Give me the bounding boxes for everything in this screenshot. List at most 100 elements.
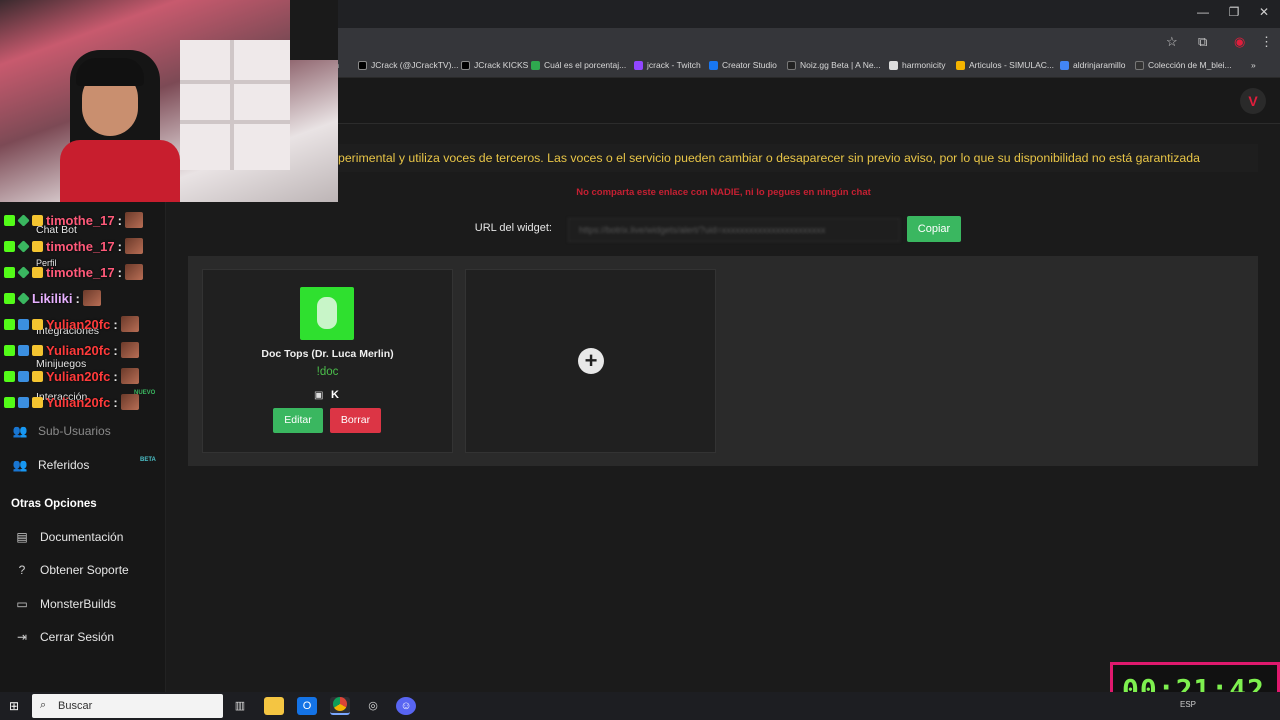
facebook-icon [709, 60, 718, 70]
users-icon: 👥 [12, 424, 28, 438]
windows-start-icon[interactable]: ⊞ [9, 699, 19, 713]
image-icon [889, 60, 898, 70]
sidebar-item-referidos[interactable]: 👥 Referidos [12, 458, 90, 472]
chat-message: Yulian20fc: [4, 368, 139, 384]
copy-button[interactable]: Copiar [907, 216, 961, 242]
help-icon: ? [18, 563, 26, 577]
emote-icon [120, 316, 139, 332]
sidebar-item-documentacion[interactable]: ▤ Documentación [14, 530, 123, 544]
sidebar-item-cerrar-sesion[interactable]: ⇥ Cerrar Sesión [14, 630, 114, 644]
emote-icon [124, 212, 143, 228]
crown-badge-icon [32, 370, 43, 382]
kick-badge-icon [4, 240, 15, 252]
widget-url-field[interactable]: https://botrix.live/widgets/alert/?uid=x… [568, 218, 900, 242]
crown-badge-icon [32, 214, 43, 226]
user-group-icon: 👥 [12, 458, 28, 472]
bookmark-item[interactable]: Cuál es el porcentaj... [531, 60, 626, 70]
search-icon: ⌕ [40, 699, 47, 711]
mod-badge-icon [17, 239, 30, 253]
brand-logo[interactable]: V [1240, 88, 1266, 114]
mod-badge-icon [17, 213, 30, 227]
bookmark-star-icon[interactable]: ☆ [1166, 34, 1178, 50]
chat-message: Yulian20fc: [4, 342, 139, 358]
emote-icon [124, 264, 143, 280]
bookmark-item[interactable]: Articulos - SIMULAC... [956, 60, 1054, 70]
chat-message: timothe_17: [4, 264, 143, 280]
bookmark-item[interactable]: jcrack - Twitch [634, 60, 701, 70]
sub-badge-icon [18, 344, 29, 356]
close-window-button[interactable]: ✕ [1249, 5, 1279, 19]
sidebar-item-monsterbuilds[interactable]: ▭ MonsterBuilds [14, 597, 116, 611]
chat-message: timothe_17: [4, 238, 143, 254]
extensions-icon[interactable]: ⧉ [1198, 34, 1207, 50]
kick-badge-icon [4, 344, 15, 356]
bookmark-item[interactable]: aldrinjaramillo [1060, 60, 1125, 70]
url-label: URL del widget: [474, 222, 552, 234]
emote-icon [120, 342, 139, 358]
taskbar-search[interactable]: Buscar [32, 694, 223, 718]
chat-message: timothe_17: [4, 212, 143, 228]
sub-badge-icon [18, 370, 29, 382]
crown-badge-icon [32, 396, 43, 408]
chat-message: Likiliki: [4, 290, 101, 306]
bookmark-item[interactable]: Noiz.gg Beta | A Ne... [787, 60, 881, 70]
widget-title: Doc Tops (Dr. Luca Merlin) [261, 348, 394, 360]
kick-badge-icon [4, 214, 15, 226]
menu-kebab-icon[interactable]: ⋮ [1260, 34, 1273, 50]
edit-button[interactable]: Editar [273, 408, 323, 433]
bookmark-item[interactable]: JCrack (@JCrackTV)... [358, 60, 459, 70]
kick-badge-icon [4, 318, 15, 330]
kick-icon: K [331, 389, 339, 401]
plus-icon[interactable]: + [578, 348, 604, 374]
tiktok-icon [461, 60, 470, 70]
outlook-icon[interactable]: O [297, 697, 317, 715]
sidebar-item-obtener-soporte[interactable]: ? Obtener Soporte [14, 563, 129, 577]
site-icon [1135, 60, 1144, 70]
file-explorer-icon[interactable] [264, 697, 284, 715]
emote-icon [120, 394, 139, 410]
crown-badge-icon [32, 344, 43, 356]
discord-icon[interactable]: ☺ [396, 697, 416, 715]
kick-badge-icon [4, 396, 15, 408]
webcam-overlay [0, 0, 338, 202]
more-bookmarks-button[interactable]: » [1251, 60, 1256, 70]
emote-icon [82, 290, 101, 306]
mod-badge-icon [17, 265, 30, 279]
crown-badge-icon [32, 318, 43, 330]
chat-message: Yulian20fc: [4, 316, 139, 332]
tray-language[interactable]: ESP [1180, 700, 1196, 709]
bookmark-item[interactable]: harmonicity [889, 60, 945, 70]
widget-command: !doc [316, 366, 339, 378]
sidebar-item-sub-usuarios[interactable]: 👥 Sub-Usuarios [12, 424, 111, 438]
bookmark-item[interactable]: Creator Studio [709, 60, 777, 70]
logout-icon: ⇥ [16, 630, 28, 644]
beta-tag: BETA [140, 457, 156, 463]
site-icon [531, 60, 540, 70]
mod-badge-icon [17, 291, 30, 305]
doc-icon: ▤ [16, 530, 28, 544]
twitch-icon [634, 60, 643, 70]
widget-avatar [300, 287, 354, 340]
noiz-icon [787, 60, 796, 70]
restore-button[interactable]: ❐ [1219, 5, 1249, 19]
crown-badge-icon [32, 240, 43, 252]
sub-badge-icon [18, 396, 29, 408]
crown-badge-icon [32, 266, 43, 278]
obs-icon[interactable]: ◎ [363, 697, 383, 715]
share-alert-text: No comparta este enlace con NADIE, ni lo… [576, 187, 871, 198]
emote-icon [120, 368, 139, 384]
twitch-icon: ▣ [314, 390, 324, 401]
delete-button[interactable]: Borrar [330, 408, 381, 433]
site-icon [1060, 60, 1069, 70]
chat-message: Yulian20fc: [4, 394, 139, 410]
profile-icon[interactable]: ◉ [1234, 34, 1245, 50]
task-view-icon[interactable]: ▥ [230, 697, 250, 715]
kick-badge-icon [4, 370, 15, 382]
kick-badge-icon [4, 292, 15, 304]
bookmark-item[interactable]: Colección de M_blei... [1135, 60, 1232, 70]
x-icon [358, 60, 367, 70]
minimize-button[interactable]: — [1188, 5, 1218, 19]
bookmark-item[interactable]: JCrack KICKS [461, 60, 528, 70]
monitor-icon: ▭ [16, 597, 28, 611]
chrome-icon[interactable] [330, 697, 350, 715]
